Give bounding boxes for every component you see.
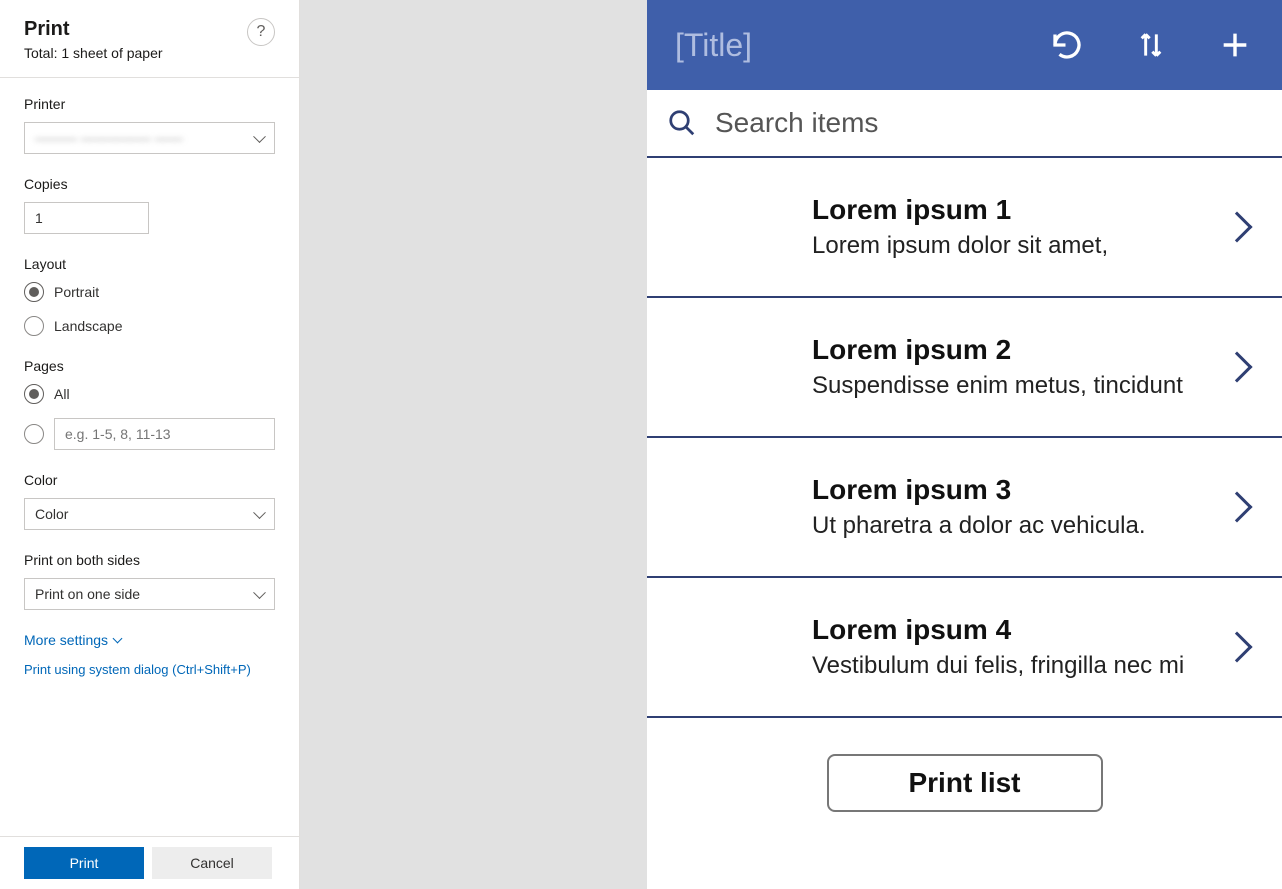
print-body: Printer ——— ————— —— Copies Layout Portr…: [0, 78, 299, 836]
system-dialog-link[interactable]: Print using system dialog (Ctrl+Shift+P): [24, 662, 275, 677]
duplex-select[interactable]: Print on one side: [24, 578, 275, 610]
chevron-right-icon: [1221, 211, 1252, 242]
item-title: Lorem ipsum 1: [812, 194, 1226, 226]
app-header: [Title]: [647, 0, 1282, 90]
item-title: Lorem ipsum 2: [812, 334, 1226, 366]
chevron-right-icon: [1221, 491, 1252, 522]
search-icon: [667, 108, 697, 138]
question-icon: ?: [257, 23, 266, 41]
layout-landscape-label: Landscape: [54, 318, 123, 334]
help-button[interactable]: ?: [247, 18, 275, 46]
print-preview-area: [300, 0, 647, 889]
chevron-down-icon: [113, 634, 123, 644]
print-header: Print Total: 1 sheet of paper ?: [0, 0, 299, 78]
chevron-right-icon: [1221, 351, 1252, 382]
printer-value: ——— ————— ——: [35, 130, 183, 146]
app-page: [Title] Search items Lorem ips: [647, 0, 1282, 889]
color-select[interactable]: Color: [24, 498, 275, 530]
item-title: Lorem ipsum 3: [812, 474, 1226, 506]
print-panel: Print Total: 1 sheet of paper ? Printer …: [0, 0, 300, 889]
sort-icon[interactable]: [1132, 26, 1170, 64]
cancel-button[interactable]: Cancel: [152, 847, 272, 879]
layout-label: Layout: [24, 256, 275, 272]
print-button[interactable]: Print: [24, 847, 144, 879]
app-title: [Title]: [675, 27, 1002, 64]
copies-label: Copies: [24, 176, 275, 192]
pages-all-radio[interactable]: [24, 384, 44, 404]
pages-label: Pages: [24, 358, 275, 374]
pages-custom-input[interactable]: [54, 418, 275, 450]
list-item[interactable]: Lorem ipsum 3 Ut pharetra a dolor ac veh…: [647, 438, 1282, 578]
color-value: Color: [35, 506, 68, 522]
item-subtitle: Suspendisse enim metus, tincidunt: [812, 372, 1226, 400]
item-subtitle: Vestibulum dui felis, fringilla nec mi: [812, 652, 1226, 680]
chevron-right-icon: [1221, 631, 1252, 662]
add-icon[interactable]: [1216, 26, 1254, 64]
search-row[interactable]: Search items: [647, 90, 1282, 158]
print-title: Print: [24, 18, 163, 41]
layout-portrait-radio[interactable]: [24, 282, 44, 302]
item-subtitle: Ut pharetra a dolor ac vehicula.: [812, 512, 1226, 540]
print-subtitle: Total: 1 sheet of paper: [24, 45, 163, 61]
layout-landscape-radio[interactable]: [24, 316, 44, 336]
item-title: Lorem ipsum 4: [812, 614, 1226, 646]
print-footer: Print Cancel: [0, 836, 299, 889]
printer-label: Printer: [24, 96, 275, 112]
duplex-value: Print on one side: [35, 586, 140, 602]
printer-select[interactable]: ——— ————— ——: [24, 122, 275, 154]
item-subtitle: Lorem ipsum dolor sit amet,: [812, 232, 1226, 260]
search-placeholder: Search items: [715, 107, 878, 139]
copies-input[interactable]: [24, 202, 149, 234]
list-item[interactable]: Lorem ipsum 1 Lorem ipsum dolor sit amet…: [647, 158, 1282, 298]
pages-all-label: All: [54, 386, 70, 402]
print-list-button[interactable]: Print list: [827, 754, 1103, 812]
layout-portrait-label: Portrait: [54, 284, 99, 300]
refresh-icon[interactable]: [1048, 26, 1086, 64]
more-settings-link[interactable]: More settings: [24, 632, 121, 648]
pages-custom-radio[interactable]: [24, 424, 44, 444]
print-list-label: Print list: [908, 767, 1020, 799]
list-item[interactable]: Lorem ipsum 2 Suspendisse enim metus, ti…: [647, 298, 1282, 438]
more-settings-label: More settings: [24, 632, 108, 648]
list-item[interactable]: Lorem ipsum 4 Vestibulum dui felis, frin…: [647, 578, 1282, 718]
duplex-label: Print on both sides: [24, 552, 275, 568]
color-label: Color: [24, 472, 275, 488]
item-list: Lorem ipsum 1 Lorem ipsum dolor sit amet…: [647, 158, 1282, 889]
